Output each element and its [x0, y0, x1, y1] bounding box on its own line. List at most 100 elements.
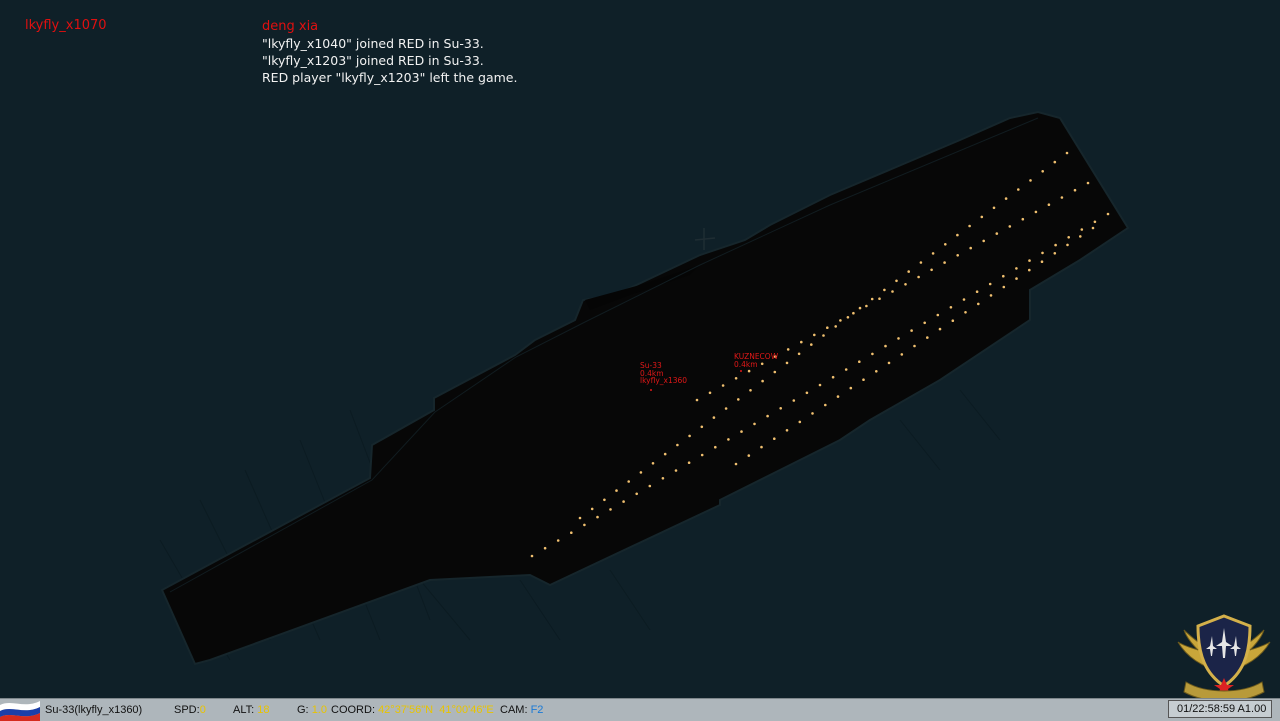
- coordinates-readout: COORD: 42°37'56"N 41°00'46"E: [331, 704, 494, 716]
- deck-light: [1029, 179, 1032, 182]
- deck-light: [792, 399, 796, 402]
- deck-light: [786, 348, 790, 351]
- deck-light: [622, 500, 625, 503]
- deck-light: [1079, 235, 1082, 238]
- deck-light: [687, 461, 691, 465]
- deck-light: [635, 492, 638, 496]
- deck-light: [944, 243, 947, 246]
- deck-light: [897, 337, 900, 340]
- deck-light: [661, 477, 665, 480]
- deck-light: [615, 489, 618, 492]
- deck-light: [858, 306, 862, 310]
- deck-light: [1034, 210, 1038, 214]
- deck-light: [913, 344, 916, 348]
- deck-light: [797, 352, 801, 356]
- chat-line: RED player "lkyfly_x1203" left the game.: [262, 70, 518, 85]
- deck-light: [895, 279, 898, 283]
- deck-light: [1015, 277, 1018, 280]
- deck-light: [1041, 170, 1044, 173]
- deck-light: [870, 297, 874, 301]
- deck-light: [708, 391, 712, 395]
- deck-light: [904, 283, 907, 286]
- chat-sender: deng xia: [262, 19, 319, 34]
- deck-light: [931, 252, 935, 255]
- deck-light: [875, 370, 878, 373]
- deck-light: [846, 316, 850, 319]
- deck-light: [992, 206, 996, 210]
- deck-light: [761, 379, 764, 383]
- deck-light: [766, 414, 769, 418]
- chat-line: "lkyfly_x1203" joined RED in Su-33.: [262, 53, 484, 68]
- deck-light: [721, 384, 725, 387]
- deck-light: [956, 254, 959, 257]
- deck-light: [943, 261, 946, 264]
- deck-light: [844, 368, 848, 371]
- deck-light: [734, 377, 738, 380]
- deck-light: [982, 239, 985, 243]
- deck-light: [858, 360, 861, 364]
- deck-light: [962, 298, 966, 301]
- deck-light: [926, 336, 929, 339]
- deck-light: [1067, 236, 1070, 239]
- deck-light: [862, 378, 865, 382]
- chat-log: deng xia "lkyfly_x1040" joined RED in Su…: [262, 18, 517, 86]
- deck-light: [1086, 181, 1090, 185]
- deck-light: [530, 554, 534, 558]
- deck-light: [1091, 226, 1095, 230]
- deck-light: [648, 484, 652, 488]
- deck-light: [951, 319, 955, 323]
- deck-light: [878, 297, 881, 301]
- deck-light: [849, 386, 853, 390]
- deck-light: [1008, 225, 1012, 228]
- deck-light: [964, 311, 967, 314]
- squadron-emblem-icon: [1177, 614, 1271, 702]
- deck-light: [883, 288, 886, 292]
- deck-light: [988, 282, 992, 286]
- deck-light: [543, 546, 547, 550]
- chat-line: "lkyfly_x1040" joined RED in Su-33.: [262, 36, 484, 51]
- deck-light: [714, 445, 717, 449]
- deck-light: [773, 437, 776, 441]
- deck-light: [805, 391, 809, 395]
- g-load-readout: G: 1.0: [297, 704, 327, 716]
- deck-light: [969, 246, 972, 250]
- deck-light: [773, 370, 777, 374]
- deck-light: [688, 434, 691, 438]
- deck-light: [676, 443, 679, 447]
- player-name-tag: lkyfly_x1070: [25, 18, 107, 33]
- deck-light: [727, 438, 730, 441]
- deck-light: [1053, 252, 1057, 255]
- deck-light: [923, 321, 926, 325]
- status-bar: Su-33(lkyfly_x1360) SPD:0 ALT: 18 G: 1.0…: [0, 698, 1280, 721]
- deck-light: [949, 306, 953, 309]
- deck-light: [627, 480, 630, 483]
- deck-light: [740, 430, 743, 433]
- deck-light: [747, 369, 751, 373]
- deck-light: [1004, 197, 1008, 200]
- deck-light: [1106, 212, 1110, 216]
- deck-light: [1028, 268, 1031, 272]
- deck-light: [712, 416, 716, 419]
- deck-light: [1021, 217, 1025, 221]
- deck-light: [695, 398, 699, 402]
- deck-light: [826, 326, 829, 330]
- deck-light: [785, 361, 789, 365]
- deck-light: [980, 215, 984, 219]
- speed-readout: SPD:0: [174, 704, 206, 716]
- deck-light: [651, 462, 655, 465]
- deck-light: [910, 329, 913, 332]
- deck-light: [824, 403, 827, 407]
- deck-light: [1066, 243, 1069, 247]
- deck-light: [734, 462, 738, 466]
- deck-light: [1015, 267, 1018, 270]
- deck-light: [813, 333, 816, 337]
- deck-light: [639, 471, 643, 474]
- russian-flag-icon: [0, 701, 40, 721]
- deck-light: [852, 311, 855, 315]
- deck-light: [822, 334, 825, 337]
- deck-light: [785, 429, 789, 432]
- deck-light: [1054, 243, 1057, 247]
- mission-time: 01/22:58:59 A1.00: [1168, 700, 1272, 718]
- deck-light: [724, 407, 728, 410]
- deck-light: [1053, 160, 1057, 164]
